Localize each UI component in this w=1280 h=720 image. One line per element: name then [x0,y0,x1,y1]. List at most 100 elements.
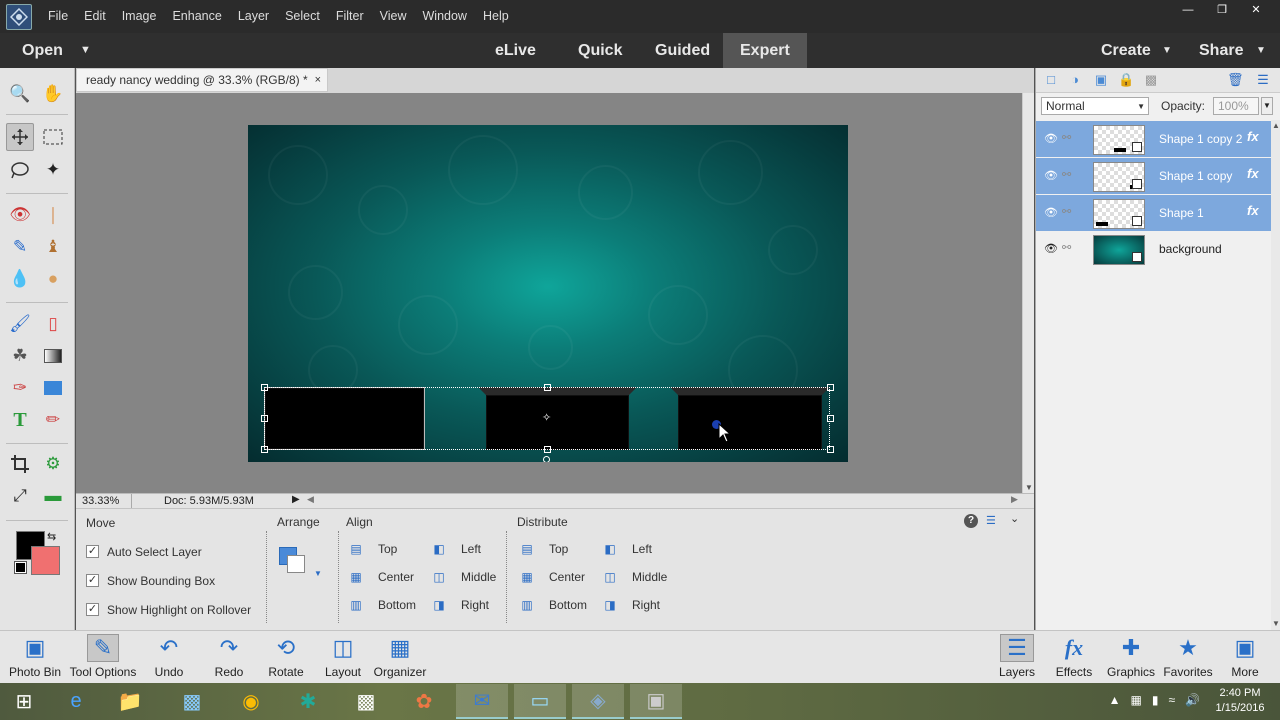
menu-file[interactable]: File [40,0,76,33]
distribute-left-label[interactable]: Left [632,542,652,556]
transform-handle[interactable] [261,415,268,422]
share-dropdown-icon[interactable]: ▼ [1256,33,1266,68]
eraser-tool-icon[interactable]: ▯ [39,310,67,338]
mode-quick[interactable]: Quick [578,33,622,68]
show-bounding-box-checkbox[interactable]: ✓ [86,574,99,587]
distribute-right-label[interactable]: Right [632,598,660,612]
taskbar-clock[interactable]: 2:40 PM 1/15/2016 [1210,686,1270,716]
align-left-label[interactable]: Left [461,542,481,556]
menu-view[interactable]: View [372,0,415,33]
minimize-icon[interactable]: — [1172,2,1204,18]
close-icon[interactable]: ✕ [1240,2,1272,18]
red-eye-tool-icon[interactable]: 👁 [6,201,34,229]
lock-all-icon[interactable]: 🔒 [1118,72,1134,88]
blur-tool-icon[interactable]: 💧 [6,265,34,293]
swap-colors-icon[interactable]: ⇆ [47,530,56,543]
tray-expand-icon[interactable]: ▲ [1109,693,1121,707]
blend-mode-select[interactable]: Normal ▼ [1041,97,1149,115]
zoom-tool-icon[interactable]: 🔍 [6,80,34,108]
layer-row-shape-1-copy-2[interactable]: 👁 ⚯ Shape 1 copy 2 fx [1036,121,1271,157]
tool-options-button[interactable]: ✎ Tool Options [68,631,138,684]
distribute-middle-icon[interactable]: ◫ [602,569,618,585]
more-button[interactable]: ▣ More [1210,631,1280,684]
visibility-eye-icon[interactable]: 👁 [1044,206,1058,219]
app-taskbar-icon[interactable]: ▩ [166,684,218,719]
auto-select-layer-checkbox[interactable]: ✓ [86,545,99,558]
lasso-tool-icon[interactable] [6,156,34,184]
zoom-level[interactable]: 33.33% [82,495,119,507]
visibility-eye-icon[interactable]: 👁 [1044,132,1058,145]
transform-handle[interactable] [827,415,834,422]
distribute-bottom-label[interactable]: Bottom [549,598,587,612]
adjustment-layer-icon[interactable]: ◑ [1067,72,1083,88]
layer-name[interactable]: Shape 1 [1159,206,1204,220]
lock-transparent-icon[interactable]: ▩ [1143,72,1159,88]
hand-tool-icon[interactable]: ✋ [39,80,67,108]
transform-handle[interactable] [261,446,268,453]
vertical-scrollbar[interactable]: ▼ [1022,93,1034,493]
create-dropdown-icon[interactable]: ▼ [1162,33,1172,68]
opacity-field[interactable]: 100% [1213,97,1259,115]
link-icon[interactable]: ⚯ [1062,241,1071,254]
app-icon[interactable] [6,4,32,30]
layer-fx-icon[interactable]: fx [1247,166,1259,181]
screen-recorder-icon[interactable]: ▣ [630,684,682,719]
align-middle-icon[interactable]: ◫ [431,569,447,585]
transform-handle[interactable] [544,384,551,391]
align-center-icon[interactable]: ▦ [348,569,364,585]
crop-tool-icon[interactable] [6,450,34,478]
app-taskbar-icon[interactable]: ✿ [398,684,450,719]
healing-brush-icon[interactable]: ❘ [39,201,67,229]
distribute-center-icon[interactable]: ▦ [519,569,535,585]
new-layer-icon[interactable]: □ [1043,72,1059,88]
file-explorer-icon[interactable]: 📁 [104,684,156,719]
chrome-icon[interactable]: ◉ [225,684,277,719]
outlook-icon[interactable]: ✉ [456,684,508,719]
align-center-label[interactable]: Center [378,570,414,584]
link-icon[interactable]: ⚯ [1062,168,1071,181]
organizer-button[interactable]: ▦ Organizer [365,631,435,684]
share-button[interactable]: Share [1199,33,1243,68]
align-bottom-icon[interactable]: ▥ [348,597,364,613]
rotate-handle-icon[interactable] [543,456,550,462]
align-right-icon[interactable]: ◨ [431,597,447,613]
transform-handle[interactable] [544,446,551,453]
link-icon[interactable]: ⚯ [1062,131,1071,144]
image-canvas[interactable]: ✧ [248,125,848,462]
opacity-dropdown-icon[interactable]: ▼ [1261,97,1273,115]
sponge-tool-icon[interactable]: ● [39,265,67,293]
menu-select[interactable]: Select [277,0,328,33]
align-top-icon[interactable]: ▤ [348,541,364,557]
layer-row-shape-1[interactable]: 👁 ⚯ Shape 1 fx [1036,195,1271,231]
eyedropper-icon[interactable]: ✑ [6,374,34,402]
smart-brush-icon[interactable]: ✎ [6,233,34,261]
open-dropdown-icon[interactable]: ▼ [80,33,91,68]
layer-mask-icon[interactable]: ▣ [1093,72,1109,88]
clone-stamp-icon[interactable]: ♝ [39,233,67,261]
mode-expert[interactable]: Expert [723,33,807,68]
options-menu-icon[interactable]: ☰ [986,514,996,527]
magic-wand-tool-icon[interactable]: ✦ [39,156,67,184]
open-button[interactable]: Open [22,33,63,68]
layer-fx-icon[interactable]: fx [1247,203,1259,218]
transform-handle[interactable] [827,446,834,453]
menu-help[interactable]: Help [475,0,517,33]
layer-name[interactable]: Shape 1 copy 2 [1159,132,1242,146]
type-tool-icon[interactable]: T [6,406,34,434]
visibility-eye-icon[interactable]: 👁 [1044,242,1058,255]
app-taskbar-icon[interactable]: ✱ [282,684,334,719]
distribute-right-icon[interactable]: ◨ [602,597,618,613]
menu-edit[interactable]: Edit [76,0,114,33]
arrange-button[interactable]: ▼ [279,547,325,583]
restore-icon[interactable]: ❐ [1206,2,1238,18]
command-prompt-icon[interactable]: ▩ [340,684,392,719]
content-aware-move-icon[interactable]: ⤢ [6,482,34,510]
align-bottom-label[interactable]: Bottom [378,598,416,612]
layer-row-background[interactable]: 👁 ⚯ background [1036,231,1271,267]
distribute-left-icon[interactable]: ◧ [602,541,618,557]
volume-icon[interactable]: 🔊 [1185,693,1200,707]
pencil-tool-icon[interactable]: ✏ [39,406,67,434]
help-icon[interactable]: ? [964,514,978,528]
scroll-right-icon[interactable]: ▶ [1011,494,1018,505]
layer-fx-icon[interactable]: fx [1247,129,1259,144]
